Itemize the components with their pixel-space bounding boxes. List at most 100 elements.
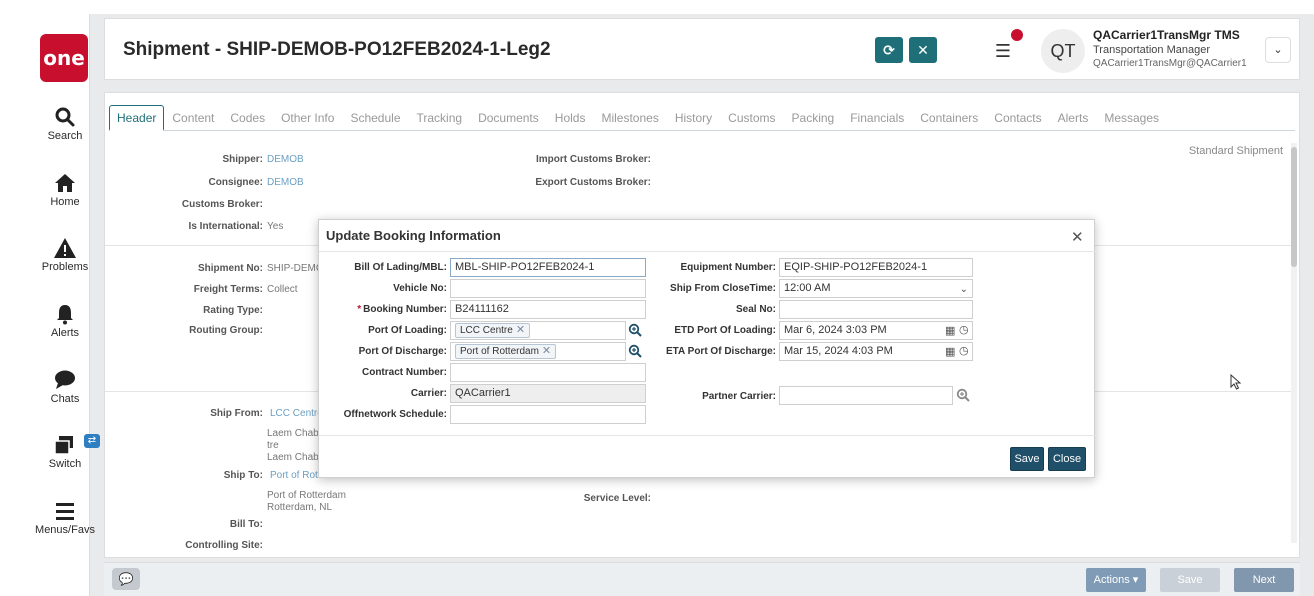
- chevron-down-icon[interactable]: ⌄: [1265, 37, 1291, 63]
- user-email: QACarrier1TransMgr@QACarrier1: [1093, 58, 1247, 69]
- close-icon: ✕: [917, 42, 929, 58]
- tab-messages[interactable]: Messages: [1096, 105, 1167, 131]
- clock-icon[interactable]: ◷: [959, 344, 969, 357]
- eta-label: ETA Port Of Discharge:: [665, 346, 776, 357]
- lookup-icon[interactable]: [956, 388, 970, 402]
- booking-label: * Booking Number:: [357, 304, 447, 315]
- calendar-icon[interactable]: ▦: [945, 324, 955, 337]
- pol-chip: LCC Centre ✕: [455, 323, 531, 338]
- mouse-cursor-icon: [1230, 374, 1242, 390]
- title-bar: Shipment - SHIP-DEMOB-PO12FEB2024-1-Leg2…: [104, 18, 1300, 80]
- tab-codes[interactable]: Codes: [222, 105, 273, 131]
- shipper-label: Shipper:: [222, 154, 263, 165]
- tab-milestones[interactable]: Milestones: [593, 105, 666, 131]
- etd-input[interactable]: Mar 6, 2024 3:03 PM: [779, 321, 973, 340]
- equipment-input[interactable]: EQIP-SHIP-PO12FEB2024-1: [779, 258, 973, 277]
- nav-label: Switch: [48, 458, 82, 470]
- seal-label: Seal No:: [735, 304, 776, 315]
- nav-alerts[interactable]: Alerts: [36, 303, 94, 339]
- vehicle-input[interactable]: [450, 279, 646, 298]
- dialog-close-button[interactable]: Close: [1048, 447, 1086, 471]
- logo[interactable]: one: [40, 34, 88, 82]
- tab-tracking[interactable]: Tracking: [409, 105, 471, 131]
- carrier-input: QACarrier1: [450, 384, 646, 403]
- offnetwork-input[interactable]: [450, 405, 646, 424]
- pol-input[interactable]: LCC Centre ✕: [450, 321, 626, 340]
- nav-home[interactable]: Home: [36, 172, 94, 208]
- ship-to-address: Port of Rotterdam: [267, 490, 346, 501]
- ship-to-address: Rotterdam, NL: [267, 502, 333, 513]
- tab-content[interactable]: Content: [164, 105, 222, 131]
- nav-search[interactable]: Search: [36, 106, 94, 142]
- close-icon[interactable]: ✕: [1071, 228, 1084, 246]
- ship-from-link[interactable]: LCC Centre: [270, 408, 323, 419]
- tab-header[interactable]: Header: [109, 105, 165, 131]
- pol-chip-label: LCC Centre: [460, 325, 513, 336]
- bol-input[interactable]: MBL-SHIP-PO12FEB2024-1: [450, 258, 646, 277]
- freight-terms-label: Freight Terms:: [193, 284, 263, 295]
- chat-toggle-icon[interactable]: 💬: [112, 568, 140, 590]
- eta-input[interactable]: Mar 15, 2024 4:03 PM: [779, 342, 973, 361]
- tab-financials[interactable]: Financials: [842, 105, 912, 131]
- left-nav: one Search Home Problems Alerts Chats ⇄ …: [18, 14, 100, 596]
- is-international-value: Yes: [267, 221, 284, 232]
- bill-to-label: Bill To:: [229, 519, 263, 530]
- avatar[interactable]: QT: [1041, 29, 1085, 73]
- consignee-link[interactable]: DEMOB: [267, 177, 304, 188]
- tab-contacts[interactable]: Contacts: [986, 105, 1049, 131]
- close-page-button[interactable]: ✕: [909, 37, 937, 63]
- shipper-link[interactable]: DEMOB: [267, 154, 304, 165]
- nav-chats[interactable]: Chats: [36, 369, 94, 405]
- nav-menus-favs[interactable]: Menus/Favs: [32, 500, 98, 536]
- dialog-title: Update Booking Information: [326, 228, 501, 243]
- contract-input[interactable]: [450, 363, 646, 382]
- booking-input[interactable]: B24111162: [450, 300, 646, 319]
- remove-chip-icon[interactable]: ✕: [516, 324, 525, 336]
- footer-next-button[interactable]: Next: [1234, 568, 1294, 592]
- notification-badge[interactable]: [1009, 27, 1025, 43]
- bell-icon: [53, 303, 77, 325]
- refresh-icon: ⟳: [883, 42, 895, 58]
- refresh-button[interactable]: ⟳: [875, 37, 903, 63]
- user-role: Transportation Manager: [1093, 44, 1210, 56]
- rating-type-label: Rating Type:: [203, 305, 263, 316]
- actions-button[interactable]: Actions ▾: [1086, 568, 1146, 592]
- chat-icon: [53, 369, 77, 391]
- export-customs-broker-label: Export Customs Broker:: [535, 177, 651, 188]
- closetime-label: Ship From CloseTime:: [670, 283, 776, 294]
- calendar-icon[interactable]: ▦: [945, 345, 955, 358]
- tab-containers[interactable]: Containers: [912, 105, 986, 131]
- nav-label: Search: [47, 130, 83, 142]
- tab-other-info[interactable]: Other Info: [273, 105, 342, 131]
- dialog-save-button[interactable]: Save: [1010, 447, 1044, 471]
- partner-carrier-input[interactable]: [779, 386, 953, 405]
- tab-alerts[interactable]: Alerts: [1050, 105, 1097, 131]
- seal-input[interactable]: [779, 300, 973, 319]
- dialog-divider: [319, 435, 1096, 436]
- pod-input[interactable]: Port of Rotterdam ✕: [450, 342, 626, 361]
- tab-documents[interactable]: Documents: [470, 105, 547, 131]
- nav-switch[interactable]: ⇄ Switch: [36, 434, 100, 470]
- lookup-icon[interactable]: [628, 323, 642, 337]
- clock-icon[interactable]: ◷: [959, 323, 969, 336]
- nav-problems[interactable]: Problems: [36, 237, 94, 273]
- service-level-label: Service Level:: [583, 493, 651, 504]
- freight-terms-value: Collect: [267, 284, 298, 295]
- tab-schedule[interactable]: Schedule: [342, 105, 408, 131]
- closetime-select[interactable]: 12:00 AM ⌄: [779, 279, 973, 298]
- scrollbar-thumb[interactable]: [1291, 147, 1297, 267]
- ship-to-link[interactable]: Port of Rott: [270, 470, 321, 481]
- routing-group-label: Routing Group:: [189, 325, 263, 336]
- remove-chip-icon[interactable]: ✕: [542, 345, 551, 357]
- tab-customs[interactable]: Customs: [720, 105, 783, 131]
- shipment-no-label: Shipment No:: [198, 263, 263, 274]
- nav-label: Problems: [41, 261, 89, 273]
- lookup-icon[interactable]: [628, 344, 642, 358]
- tab-history[interactable]: History: [667, 105, 720, 131]
- tab-holds[interactable]: Holds: [547, 105, 594, 131]
- booking-label-text: Booking Number:: [363, 304, 447, 315]
- home-icon: [53, 172, 77, 194]
- dialog-divider: [319, 251, 1096, 252]
- footer-save-button[interactable]: Save: [1160, 568, 1220, 592]
- tab-packing[interactable]: Packing: [784, 105, 843, 131]
